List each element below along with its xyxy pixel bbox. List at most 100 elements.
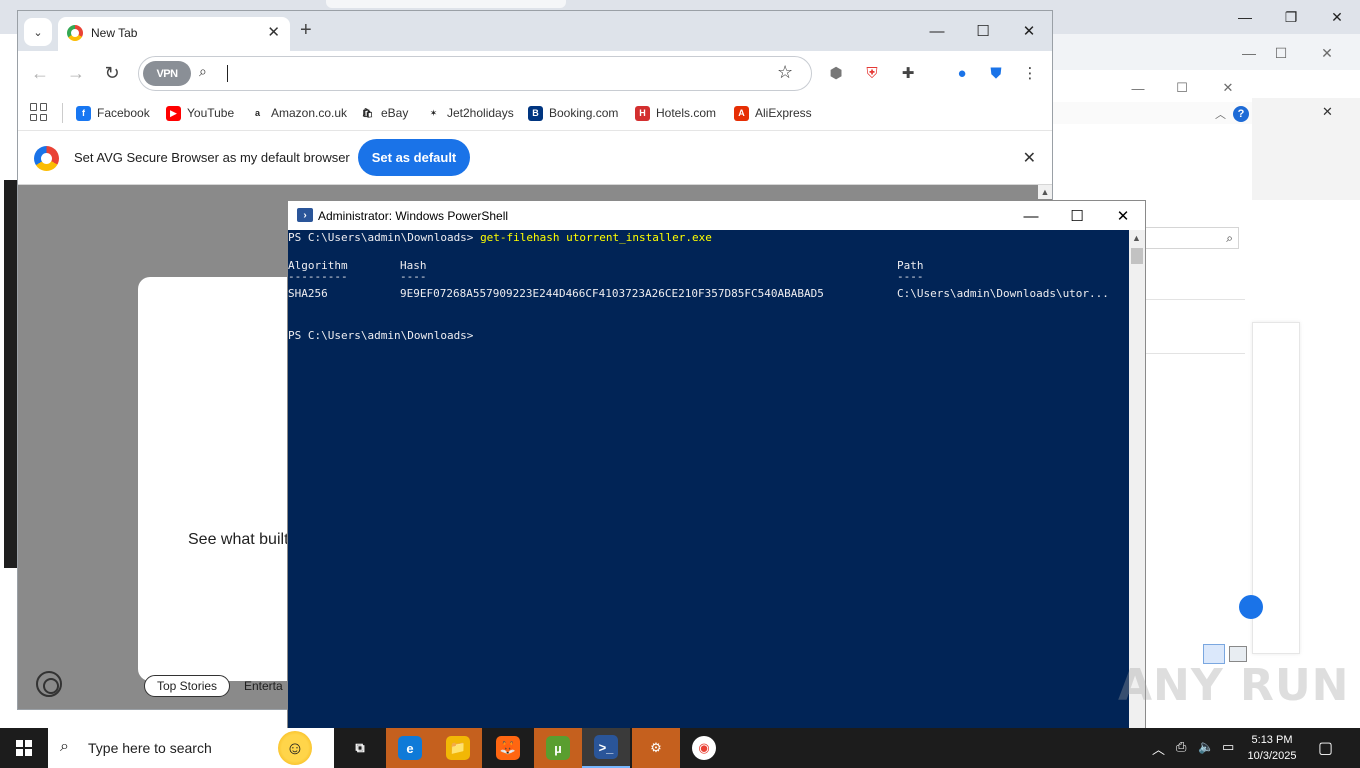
minimize-icon[interactable]: — [1008,204,1054,228]
menu-icon[interactable]: ⋮ [1020,63,1040,83]
bookmark-youtube[interactable]: ▶ YouTube [166,103,234,123]
close-infobar-icon[interactable]: ✕ [1023,148,1036,168]
welcome-text: See what built [188,531,289,548]
chevron-up-icon[interactable]: ︿ [1215,106,1226,122]
column-underline: --------- [288,270,348,283]
console-output[interactable]: PS C:\Users\admin\Downloads> get-filehas… [288,230,1129,730]
scroll-thumb[interactable] [1131,248,1143,264]
vpn-button[interactable]: VPN [143,61,191,86]
adblock-icon[interactable]: ⛨ [862,63,882,83]
profile-icon[interactable]: ● [952,63,972,83]
weather-sun-icon[interactable]: ☺ [278,731,312,765]
bookmark-label: eBay [381,106,409,120]
scroll-up-arrow[interactable]: ▲ [1132,233,1141,243]
extensions-icon[interactable]: ✚ [898,63,918,83]
bookmark-label: Hotels.com [656,106,717,120]
bookmarks-bar: f Facebook ▶ YouTube a Amazon.co.uk 🛍 eBay ✶ Jet2… [18,95,1052,131]
windows-logo-icon [16,740,32,756]
vertical-scrollbar[interactable]: ▲ [1129,230,1145,730]
minimize-icon[interactable]: — [1123,77,1153,99]
side-dialog [1239,322,1300,654]
tab-search-button[interactable]: ⌄ [24,18,52,46]
news-tab-top-stories[interactable]: Top Stories [144,675,231,697]
maximize-icon[interactable]: ☐ [960,19,1006,43]
prompt: PS C:\Users\admin\Downloads> [288,231,474,244]
window-title: Administrator: Windows PowerShell [318,209,509,223]
address-bar[interactable]: VPN ⌕ ☆ [138,56,812,91]
result-hash: 9E9EF07268A557909223E244D466CF4103723A26… [400,287,824,300]
avg-shield-icon[interactable]: ⬢ [826,63,846,83]
background-window-toolbar: — ☐ ✕ [1052,34,1360,70]
bookmark-label: AliExpress [755,106,812,120]
forward-button[interactable]: → [64,61,88,85]
news-tab-entertainment[interactable]: Enterta [244,679,283,693]
taskbar-app-firefox[interactable]: 🦊 [484,728,532,768]
volume-icon[interactable]: 🔈 [1198,739,1214,755]
taskbar-app-task-view[interactable]: ⧉ [336,728,384,768]
back-button[interactable]: ← [28,61,52,85]
taskbar-app-powershell[interactable]: >_ [582,728,630,768]
new-tab-button[interactable]: + [300,19,312,42]
close-icon[interactable]: ✕ [1312,42,1342,64]
search-icon: ⌕ [1226,231,1233,245]
taskbar-app-utorrent[interactable]: µ [534,728,582,768]
maximize-icon[interactable]: ☐ [1266,42,1296,64]
edge-icon: e [398,736,422,760]
tab-new-tab[interactable]: New Tab ✕ [58,17,290,51]
settings-icon: ⚙ [650,740,662,755]
column-underline: ---- [400,270,427,283]
meet-now-icon[interactable]: ⎙ [1176,739,1186,755]
amazon-icon: a [250,105,265,121]
close-icon[interactable]: ✕ [1322,104,1333,120]
maximize-icon[interactable]: ☐ [1167,77,1197,99]
search-icon: ⌕ [60,738,69,755]
reload-icon: ↻ [104,62,120,83]
help-icon[interactable]: ? [1233,106,1249,122]
avg-logo-icon[interactable] [36,671,62,697]
column-underline: ---- [897,270,924,283]
side-panel: ✕ [1252,98,1360,200]
bookmark-hotels-com[interactable]: H Hotels.com [635,103,716,123]
bookmark-ebay[interactable]: 🛍 eBay [360,103,408,123]
minimize-icon[interactable]: — [914,19,960,43]
bookmark-star-icon[interactable]: ☆ [777,62,793,83]
taskbar-search-box[interactable]: ⌕ Type here to search ☺ [48,728,334,768]
divider [1145,353,1245,354]
reload-button[interactable]: ↻ [100,61,124,85]
bookmark-facebook[interactable]: f Facebook [76,103,150,123]
bookmark-amazon-co-uk[interactable]: a Amazon.co.uk [250,103,347,123]
minimize-icon[interactable]: — [1234,42,1264,64]
chevron-up-icon[interactable]: ︿ [1152,739,1165,758]
command: get-filehash utorrent_installer.exe [480,231,712,244]
close-icon[interactable]: ✕ [1322,6,1352,28]
bookmark-booking-com[interactable]: B Booking.com [528,103,618,123]
taskbar-app-settings[interactable]: ⚙ [632,728,680,768]
maximize-icon[interactable]: ☐ [1054,204,1100,228]
minimize-icon[interactable]: — [1230,6,1260,28]
bookmark-label: Amazon.co.uk [271,106,348,120]
taskbar-app-file-explorer[interactable]: 📁 [434,728,482,768]
close-icon[interactable]: ✕ [1006,19,1052,43]
action-button[interactable] [1239,595,1263,619]
notifications-icon[interactable]: ▢ [1318,738,1333,758]
console-line: PS C:\Users\admin\Downloads> get-filehas… [288,231,712,245]
close-tab-icon[interactable]: ✕ [267,23,280,41]
start-button[interactable] [0,728,48,768]
explorer-search-input[interactable]: ⌕ [1143,227,1239,249]
system-clock[interactable]: 5:13 PM 10/3/2025 [1236,732,1308,764]
bookmark-aliexpress[interactable]: A AliExpress [734,103,812,123]
set-as-default-button[interactable]: Set as default [358,139,470,176]
network-icon[interactable]: ▭ [1222,739,1234,755]
utorrent-icon: µ [546,736,570,760]
apps-grid-icon[interactable] [30,103,48,121]
security-shield-icon[interactable]: ⛊ [986,63,1006,83]
taskbar-app-edge[interactable]: e [386,728,434,768]
close-icon[interactable]: ✕ [1100,204,1146,228]
close-icon[interactable]: ✕ [1213,77,1243,99]
divider [1145,299,1245,300]
scroll-up-arrow[interactable]: ▲ [1038,185,1052,199]
background-tab[interactable] [326,0,566,8]
bookmark-jet2holidays[interactable]: ✶ Jet2holidays [426,103,514,123]
restore-icon[interactable]: ❐ [1276,6,1306,28]
taskbar-app-avg-browser[interactable]: ◉ [680,728,728,768]
